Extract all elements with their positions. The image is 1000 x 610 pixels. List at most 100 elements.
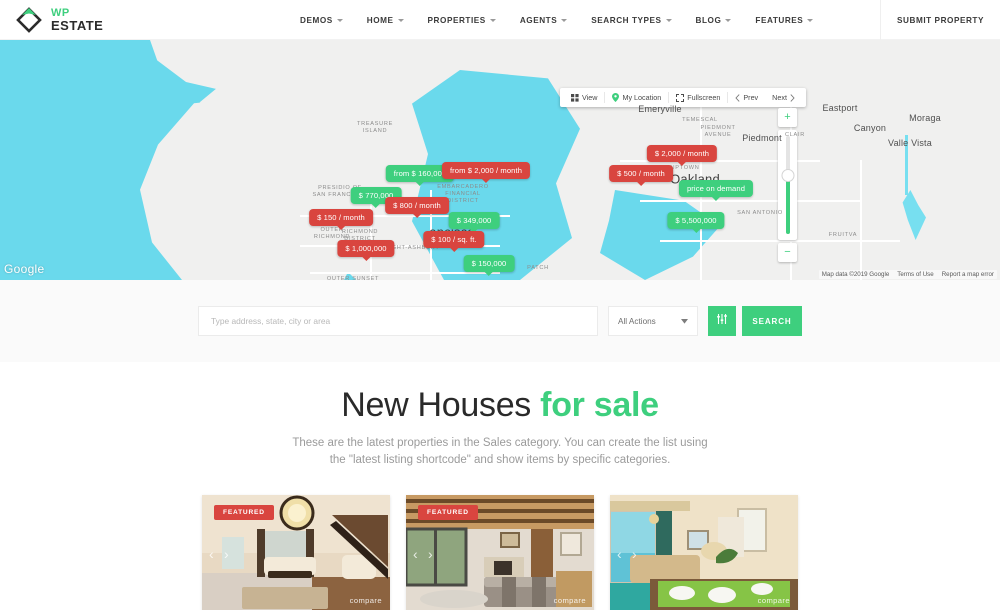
map-zoom-control: + − <box>778 108 797 262</box>
page-title-bold: for sale <box>540 386 659 424</box>
search-input[interactable] <box>198 306 598 336</box>
compare-link[interactable]: compare <box>554 596 586 605</box>
map-price-marker[interactable]: from $ 2,000 / month <box>441 162 531 179</box>
map-next-button[interactable]: Next <box>765 93 802 102</box>
nav-item-search-types[interactable]: SEARCH TYPES <box>579 16 683 25</box>
zoom-in-button[interactable]: + <box>778 108 797 127</box>
map-price-marker[interactable]: $ 5,500,000 <box>667 212 725 229</box>
nav-item-demos[interactable]: DEMOS <box>288 16 355 25</box>
zoom-slider-track[interactable] <box>778 130 797 240</box>
nav-item-agents[interactable]: AGENTS <box>508 16 579 25</box>
compare-link[interactable]: compare <box>758 596 790 605</box>
chevron-left-icon <box>735 93 740 102</box>
listing-image[interactable]: FEATURED ‹ › compare <box>406 495 594 610</box>
compare-link[interactable]: compare <box>350 596 382 605</box>
listings-section: New Houses for sale These are the latest… <box>0 362 1000 610</box>
search-bar-section: All Actions SEARCH <box>0 280 1000 362</box>
map-price-marker[interactable]: $ 2,000 / month <box>646 145 718 162</box>
grid-view-icon <box>571 93 579 102</box>
submit-property-label: SUBMIT PROPERTY <box>897 15 984 25</box>
map-prev-label: Prev <box>743 93 759 102</box>
map-price-marker-label: $ 500 / month <box>617 169 665 178</box>
search-button-label: SEARCH <box>752 316 792 326</box>
map-price-marker[interactable]: $ 150,000 <box>463 255 515 272</box>
map-price-marker-label: from $ 2,000 / month <box>449 166 523 175</box>
zoom-out-button[interactable]: − <box>778 243 797 262</box>
map-price-marker[interactable]: $ 500 / month <box>609 165 673 182</box>
nav-item-properties[interactable]: PROPERTIES <box>416 16 508 25</box>
page-subtitle: These are the latest properties in the S… <box>292 437 708 466</box>
nav-label: FEATURES <box>755 15 804 25</box>
prev-image-arrow[interactable]: ‹ <box>413 547 418 561</box>
listing-card-grid: FEATURED ‹ › compare BEAUTIFUL VILLA FOR… <box>0 495 1000 610</box>
map-terms-link[interactable]: Terms of Use <box>897 271 933 278</box>
map-price-marker[interactable]: $ 349,000 <box>448 212 500 229</box>
nav-item-blog[interactable]: BLOG <box>684 16 744 25</box>
nav-item-features[interactable]: FEATURES <box>743 16 825 25</box>
map-price-marker[interactable]: $ 150 / month <box>309 209 373 226</box>
map-price-marker-label: $ 2,000 / month <box>654 149 710 158</box>
map-next-label: Next <box>772 93 787 102</box>
chevron-down-icon <box>807 18 814 22</box>
prev-image-arrow[interactable]: ‹ <box>617 547 622 561</box>
map-view-button[interactable]: View <box>564 93 604 102</box>
nav-label: DEMOS <box>300 15 333 25</box>
chevron-down-icon <box>489 18 496 22</box>
map-price-marker[interactable]: $ 100 / sq. ft. <box>423 231 485 248</box>
next-image-arrow[interactable]: › <box>632 547 637 561</box>
map-road <box>860 160 862 280</box>
search-button[interactable]: SEARCH <box>742 306 802 336</box>
map-price-marker-label: $ 100 / sq. ft. <box>431 235 477 244</box>
submit-property-button[interactable]: SUBMIT PROPERTY <box>880 0 1000 40</box>
chevron-right-icon <box>790 93 795 102</box>
nav-label: BLOG <box>695 15 722 25</box>
map-road <box>640 200 860 202</box>
nav-label: HOME <box>366 15 394 25</box>
next-image-arrow[interactable]: › <box>224 547 229 561</box>
logo-text-wp: WP <box>51 6 70 19</box>
zoom-slider-bar <box>785 136 790 234</box>
map-toolbar: View My Location Fullscreen Prev Next <box>560 88 806 107</box>
page-title: New Houses for sale <box>0 386 1000 425</box>
map-report-link[interactable]: Report a map error <box>942 271 994 278</box>
nav-label: PROPERTIES <box>427 15 486 25</box>
map-price-marker[interactable]: $ 1,000,000 <box>337 240 395 257</box>
chevron-down-icon <box>725 18 732 22</box>
featured-badge: FEATURED <box>418 505 478 521</box>
listing-image[interactable]: ‹ › compare <box>610 495 798 610</box>
nav-item-home[interactable]: HOME <box>355 16 416 25</box>
studio-apartment-photo <box>610 495 798 610</box>
map-creek <box>905 135 908 195</box>
logo-text-estate: ESTATE <box>51 17 104 33</box>
map-prev-button[interactable]: Prev <box>728 93 765 102</box>
page-title-light: New Houses <box>341 386 532 424</box>
action-select-value: All Actions <box>618 316 656 326</box>
logo[interactable]: WP ESTATE <box>0 5 103 35</box>
zoom-slider-thumb[interactable] <box>782 170 793 181</box>
map-fullscreen-button[interactable]: Fullscreen <box>669 93 727 102</box>
prev-image-arrow[interactable]: ‹ <box>209 547 214 561</box>
listing-image[interactable]: FEATURED ‹ › compare <box>202 495 390 610</box>
advanced-filter-button[interactable] <box>708 306 736 336</box>
map-my-location-button[interactable]: My Location <box>605 93 668 102</box>
listing-card[interactable]: ‹ › compare STUDIO APARTMENT Embarcadero… <box>610 495 798 610</box>
map-price-marker[interactable]: price on demand <box>678 180 754 197</box>
map-price-marker-label: price on demand <box>686 184 746 193</box>
map-panel[interactable]: Google Map data ©2019 Google Terms of Us… <box>0 40 1000 280</box>
google-logo: Google <box>4 262 45 276</box>
diamond-logo-icon <box>14 5 44 35</box>
map-attribution: Map data ©2019 Google Terms of Use Repor… <box>818 270 997 279</box>
zoom-slider-fill <box>785 177 790 234</box>
map-view-label: View <box>582 93 598 102</box>
map-price-marker-label: $ 150 / month <box>317 213 365 222</box>
nav-label: AGENTS <box>519 15 558 25</box>
listing-card[interactable]: FEATURED ‹ › compare TRESTLE AT WALLIS R… <box>406 495 594 610</box>
listing-card[interactable]: FEATURED ‹ › compare BEAUTIFUL VILLA FOR… <box>202 495 390 610</box>
map-price-marker-label: $ 5,500,000 <box>675 216 717 225</box>
map-data-credit: Map data ©2019 Google <box>821 271 890 278</box>
next-image-arrow[interactable]: › <box>428 547 433 561</box>
location-pin-icon <box>612 93 620 102</box>
map-price-marker[interactable]: $ 800 / month <box>385 197 449 214</box>
map-road <box>310 272 500 274</box>
action-select[interactable]: All Actions <box>608 306 698 336</box>
